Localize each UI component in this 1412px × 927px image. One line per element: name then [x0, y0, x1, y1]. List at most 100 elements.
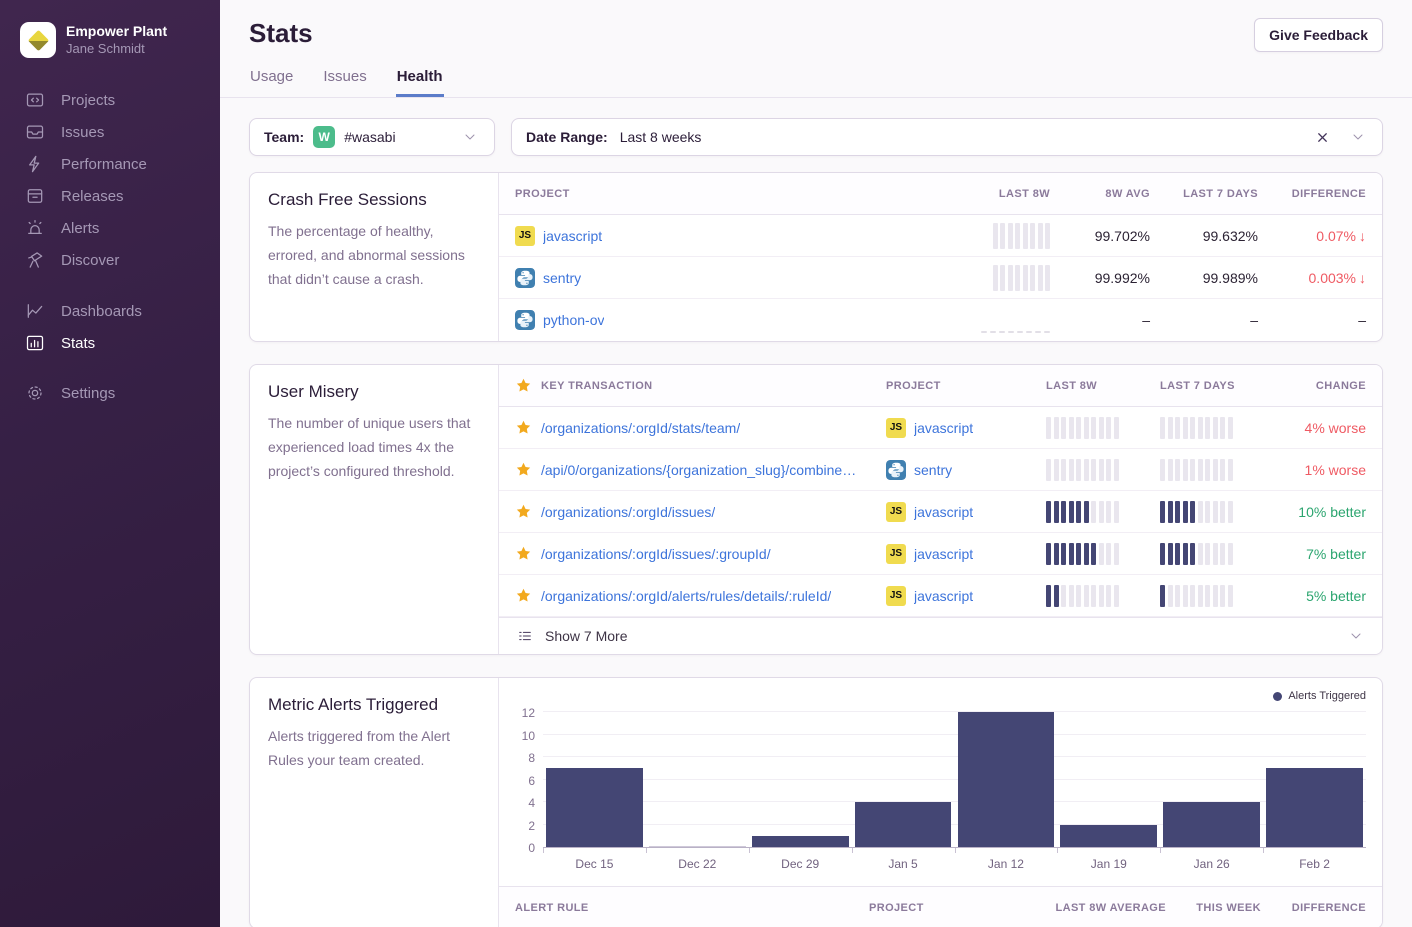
tab-usage[interactable]: Usage	[249, 68, 294, 97]
chevron-down-icon	[1348, 127, 1368, 147]
page-title: Stats	[249, 18, 313, 49]
settings-gear-icon	[25, 383, 45, 403]
transaction-link[interactable]: /organizations/:orgId/stats/team/	[541, 420, 740, 436]
alerts-siren-icon	[25, 218, 45, 238]
list-icon	[515, 626, 535, 646]
sidebar-item-projects[interactable]: Projects	[0, 84, 220, 116]
javascript-platform-icon: JS	[886, 502, 906, 522]
sidebar-item-settings[interactable]: Settings	[0, 377, 220, 409]
transaction-link[interactable]: /api/0/organizations/{organization_slug}…	[541, 462, 856, 478]
sparkline-last-8w	[1046, 585, 1160, 607]
transaction-link[interactable]: /organizations/:orgId/issues/	[541, 504, 715, 520]
arrow-down-icon: ↓	[1359, 228, 1366, 244]
performance-icon	[25, 154, 45, 174]
javascript-platform-icon: JS	[886, 544, 906, 564]
team-select[interactable]: Team: W #wasabi	[249, 118, 495, 156]
arrow-down-icon: ↓	[1359, 270, 1366, 286]
last7-value: 99.989%	[1203, 270, 1258, 286]
avg-value: –	[1142, 312, 1150, 328]
change-value: 4% worse	[1305, 420, 1366, 436]
table-header: Project Last 8w 8w Avg Last 7 Days Diffe…	[499, 173, 1382, 215]
table-row: /organizations/:orgId/stats/team/ JSjava…	[499, 407, 1382, 449]
table-row: /api/0/organizations/{organization_slug}…	[499, 449, 1382, 491]
org-logo	[20, 22, 56, 58]
panel-description: Alerts triggered from the Alert Rules yo…	[268, 724, 480, 772]
table-row: /organizations/:orgId/alerts/rules/detai…	[499, 575, 1382, 617]
difference-value: 0.003%↓	[1309, 270, 1366, 286]
project-link[interactable]: sentry	[543, 270, 581, 286]
issues-icon	[25, 122, 45, 142]
project-link[interactable]: python-ov	[543, 312, 604, 328]
project-link[interactable]: javascript	[543, 228, 602, 244]
avg-value: 99.702%	[1095, 228, 1150, 244]
sidebar-item-discover[interactable]: Discover	[0, 244, 220, 276]
sparkline-last-8w	[981, 307, 1050, 333]
sparkline-last-8w	[1046, 501, 1160, 523]
alerts-triggered-chart: Alerts Triggered 024681012 Dec 15Dec 22D…	[499, 678, 1382, 871]
change-value: 7% better	[1306, 546, 1366, 562]
sidebar-item-dashboards[interactable]: Dashboards	[0, 295, 220, 327]
sidebar: Empower Plant Jane Schmidt Projects Issu…	[0, 0, 220, 927]
javascript-platform-icon: JS	[515, 226, 535, 246]
table-row: python-ov – – –	[499, 299, 1382, 341]
table-header: Key Transaction Project Last 8w Last 7 D…	[499, 365, 1382, 407]
sidebar-item-performance[interactable]: Performance	[0, 148, 220, 180]
difference-value: 0.07%↓	[1316, 228, 1366, 244]
avg-value: 99.992%	[1095, 270, 1150, 286]
sparkline-last-7d	[1160, 501, 1274, 523]
legend-dot-icon	[1273, 692, 1282, 701]
org-switcher[interactable]: Empower Plant Jane Schmidt	[0, 0, 220, 58]
panel-title: Metric Alerts Triggered	[268, 695, 480, 715]
date-range-label: Date Range:	[526, 129, 608, 145]
tab-health[interactable]: Health	[396, 68, 444, 97]
sidebar-item-stats[interactable]: Stats	[0, 327, 220, 359]
sparkline-last-7d	[1160, 543, 1274, 565]
org-name: Empower Plant	[66, 23, 167, 41]
filter-bar: Team: W #wasabi Date Range: Last 8 weeks	[249, 118, 1383, 156]
sidebar-item-alerts[interactable]: Alerts	[0, 212, 220, 244]
user-misery-panel: User Misery The number of unique users t…	[249, 364, 1383, 655]
project-link[interactable]: javascript	[914, 546, 973, 562]
star-toggle-icon[interactable]	[515, 419, 532, 436]
chart-plot-area	[543, 706, 1366, 848]
chevron-down-icon	[460, 127, 480, 147]
sparkline-last-7d	[1160, 417, 1274, 439]
tabbar: Usage Issues Health	[220, 52, 1412, 98]
sidebar-item-issues[interactable]: Issues	[0, 116, 220, 148]
project-link[interactable]: javascript	[914, 504, 973, 520]
panel-title: Crash Free Sessions	[268, 190, 480, 210]
table-row: /organizations/:orgId/issues/:groupId/ J…	[499, 533, 1382, 575]
discover-telescope-icon	[25, 250, 45, 270]
chevron-down-icon	[1346, 626, 1366, 646]
table-row: /organizations/:orgId/issues/ JS javascri…	[499, 491, 1382, 533]
sparkline-last-8w	[993, 223, 1051, 249]
team-value: #wasabi	[344, 129, 395, 145]
change-value: 5% better	[1306, 588, 1366, 604]
project-link[interactable]: javascript	[914, 420, 973, 436]
last7-value: 99.632%	[1203, 228, 1258, 244]
tab-issues[interactable]: Issues	[322, 68, 367, 97]
project-link[interactable]: sentry	[914, 462, 952, 478]
star-toggle-icon[interactable]	[515, 545, 532, 562]
releases-icon	[25, 186, 45, 206]
give-feedback-button[interactable]: Give Feedback	[1254, 18, 1383, 52]
date-range-value: Last 8 weeks	[620, 129, 702, 145]
sidebar-item-releases[interactable]: Releases	[0, 180, 220, 212]
python-platform-icon	[515, 268, 535, 288]
star-toggle-icon[interactable]	[515, 587, 532, 604]
star-toggle-icon[interactable]	[515, 503, 532, 520]
crash-free-sessions-panel: Crash Free Sessions The percentage of he…	[249, 172, 1383, 342]
difference-value: –	[1358, 312, 1366, 328]
project-link[interactable]: javascript	[914, 588, 973, 604]
star-toggle-icon[interactable]	[515, 461, 532, 478]
clear-icon[interactable]	[1312, 127, 1332, 147]
dashboards-chart-icon	[25, 301, 45, 321]
key-transaction-star-icon	[515, 377, 532, 394]
panel-title: User Misery	[268, 382, 480, 402]
date-range-select[interactable]: Date Range: Last 8 weeks	[511, 118, 1383, 156]
transaction-link[interactable]: /organizations/:orgId/issues/:groupId/	[541, 546, 771, 562]
transaction-link[interactable]: /organizations/:orgId/alerts/rules/detai…	[541, 588, 831, 604]
table-row: JS javascript 99.702% 99.632% 0.07%↓	[499, 215, 1382, 257]
projects-icon	[25, 90, 45, 110]
show-more-button[interactable]: Show 7 More	[499, 617, 1382, 654]
